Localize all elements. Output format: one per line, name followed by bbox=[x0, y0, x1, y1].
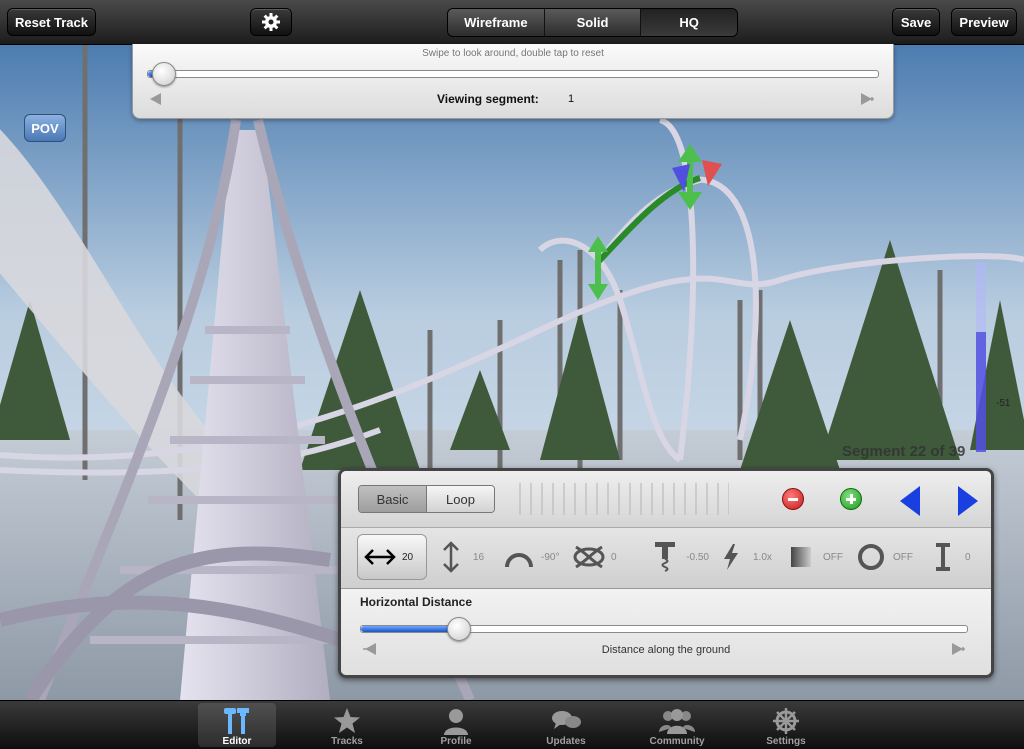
parameter-strip: 20 16 -90° 0 -0.50 1.0x OFF OFF 0 bbox=[341, 528, 991, 589]
tab-basic[interactable]: Basic bbox=[359, 486, 427, 512]
tab-label: Editor bbox=[222, 736, 252, 747]
param-value: 20 bbox=[402, 551, 414, 563]
gradient-square-icon bbox=[783, 539, 819, 575]
segment-status: Segment 22 of 39 bbox=[842, 443, 966, 460]
parameter-detail: Horizontal Distance Distance along the g… bbox=[341, 589, 991, 675]
top-toolbar: Reset Track Wireframe Solid HQ Save Prev… bbox=[0, 0, 1024, 45]
star-icon bbox=[333, 706, 361, 736]
slider-knob[interactable] bbox=[446, 617, 471, 641]
person-icon bbox=[442, 706, 470, 736]
editor-mode-segmented: Basic Loop bbox=[358, 485, 495, 513]
vertical-arrows-icon bbox=[433, 539, 469, 575]
group-icon bbox=[659, 706, 695, 736]
curve-arch-icon bbox=[501, 539, 537, 575]
remove-segment-button[interactable] bbox=[782, 488, 804, 510]
param-value: -0.50 bbox=[686, 551, 709, 563]
param-tunnel[interactable]: OFF bbox=[783, 534, 845, 580]
tab-label: Settings bbox=[766, 736, 806, 747]
editor-toolbar: Basic Loop bbox=[341, 471, 991, 528]
preview-button[interactable]: Preview bbox=[951, 8, 1017, 36]
viewing-segment-value: 1 bbox=[568, 93, 575, 105]
param-value: 16 bbox=[473, 551, 485, 563]
tab-label: Profile bbox=[440, 736, 472, 747]
param-value: OFF bbox=[823, 551, 843, 563]
viewing-segment-panel: Swipe to look around, double tap to rese… bbox=[132, 44, 894, 119]
tab-updates[interactable]: Updates bbox=[527, 703, 605, 747]
param-value: 0 bbox=[965, 551, 971, 563]
param-value: OFF bbox=[893, 551, 913, 563]
increase-value-icon[interactable] bbox=[950, 641, 966, 657]
tab-profile[interactable]: Profile bbox=[417, 703, 495, 747]
param-vertical-distance[interactable]: 16 bbox=[433, 534, 495, 580]
bank-spring-icon bbox=[647, 539, 682, 575]
param-loop[interactable]: OFF bbox=[853, 534, 917, 580]
parameter-description: Distance along the ground bbox=[601, 644, 731, 656]
mode-hq[interactable]: HQ bbox=[641, 9, 737, 36]
speech-bubbles-icon bbox=[550, 706, 582, 736]
viewing-segment-label: Viewing segment: bbox=[437, 92, 539, 106]
add-segment-button[interactable] bbox=[840, 488, 862, 510]
look-around-hint: Swipe to look around, double tap to rese… bbox=[422, 48, 604, 59]
param-supports[interactable]: 0 bbox=[925, 534, 987, 580]
tab-tracks[interactable]: Tracks bbox=[308, 703, 386, 747]
horizontal-arrows-icon bbox=[362, 539, 398, 575]
segment-ruler[interactable] bbox=[519, 483, 729, 515]
param-value: -90° bbox=[541, 551, 560, 563]
height-meter-value: -51 bbox=[996, 398, 1011, 409]
plus-icon bbox=[846, 494, 856, 504]
param-speed[interactable]: 1.0x bbox=[713, 534, 777, 580]
support-pillar-icon bbox=[925, 539, 961, 575]
segment-editor-panel: Basic Loop 20 16 -90° 0 -0.50 1.0x OFF O… bbox=[338, 468, 994, 678]
tools-icon bbox=[222, 706, 252, 736]
param-value: 1.0x bbox=[753, 551, 772, 563]
param-value: 0 bbox=[611, 551, 617, 563]
gear-icon bbox=[262, 13, 280, 31]
slider-fill bbox=[361, 626, 458, 632]
previous-segment-arrow-icon[interactable] bbox=[900, 486, 920, 516]
pov-button[interactable]: POV bbox=[24, 114, 66, 142]
save-button[interactable]: Save bbox=[892, 8, 940, 36]
tab-editor[interactable]: Editor bbox=[198, 703, 276, 747]
previous-segment-icon[interactable] bbox=[147, 91, 163, 107]
lightning-icon bbox=[713, 539, 749, 575]
wheel-icon bbox=[772, 706, 800, 736]
roll-twist-icon bbox=[571, 539, 607, 575]
parameter-title: Horizontal Distance bbox=[360, 595, 473, 609]
param-turn-angle[interactable]: -90° bbox=[501, 534, 565, 580]
param-bank[interactable]: -0.50 bbox=[647, 534, 709, 580]
param-roll[interactable]: 0 bbox=[571, 534, 635, 580]
height-meter-fill bbox=[976, 332, 986, 452]
next-segment-icon[interactable] bbox=[859, 91, 875, 107]
tab-settings[interactable]: Settings bbox=[747, 703, 825, 747]
circle-loop-icon bbox=[853, 539, 889, 575]
minus-icon bbox=[788, 497, 798, 501]
tab-loop[interactable]: Loop bbox=[427, 486, 494, 512]
reset-track-button[interactable]: Reset Track bbox=[7, 8, 96, 36]
mode-wireframe[interactable]: Wireframe bbox=[448, 9, 545, 36]
parameter-value-slider[interactable] bbox=[360, 617, 968, 641]
slider-knob[interactable] bbox=[151, 62, 176, 86]
settings-gear-button[interactable] bbox=[250, 8, 292, 36]
tab-label: Updates bbox=[546, 736, 586, 747]
mode-solid[interactable]: Solid bbox=[544, 9, 642, 36]
next-segment-arrow-icon[interactable] bbox=[958, 486, 978, 516]
tab-community[interactable]: Community bbox=[638, 703, 716, 747]
tab-label: Community bbox=[649, 736, 705, 747]
tab-label: Tracks bbox=[331, 736, 363, 747]
render-mode-segmented: Wireframe Solid HQ bbox=[447, 8, 738, 37]
height-meter bbox=[976, 262, 986, 452]
param-horizontal-distance[interactable]: 20 bbox=[357, 534, 427, 580]
viewing-segment-slider[interactable] bbox=[147, 62, 879, 86]
bottom-tab-bar: Editor Tracks Profile Updates Community … bbox=[0, 700, 1024, 749]
